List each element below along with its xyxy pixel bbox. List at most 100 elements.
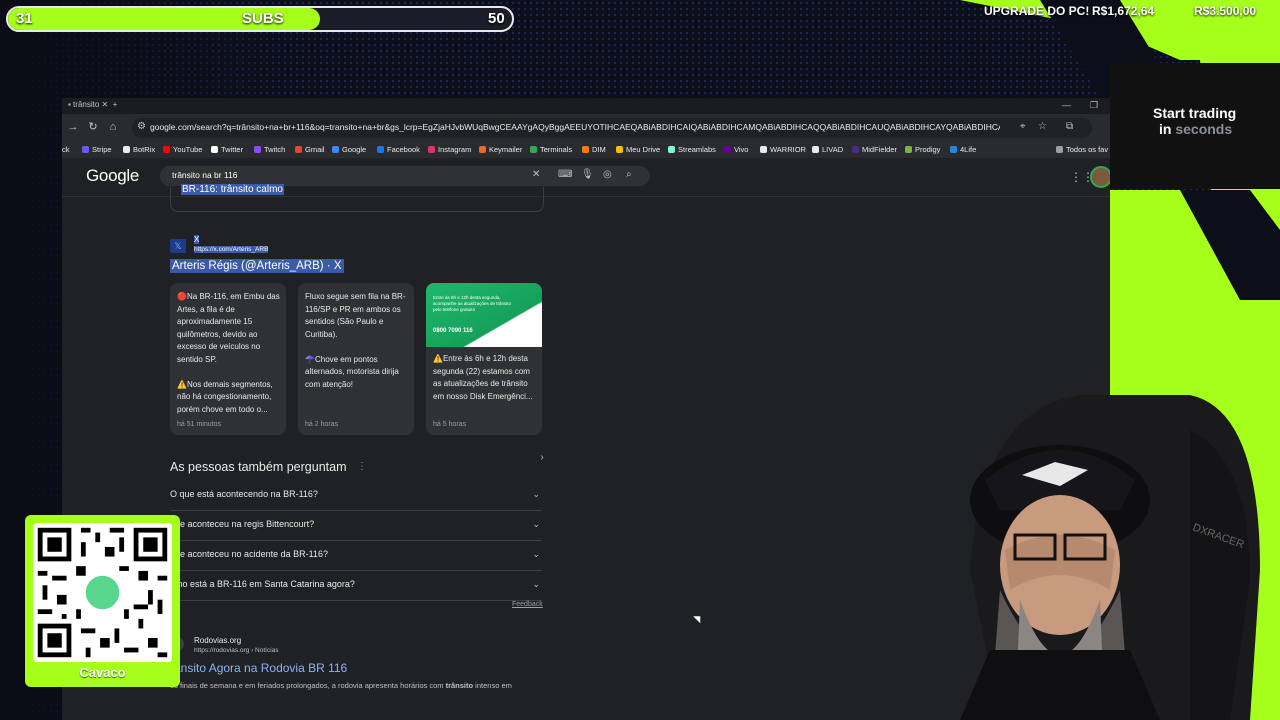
bookmark-item[interactable]: Streamlabs [668,145,716,154]
search-icon[interactable]: ⌕ [626,169,632,180]
bookmark-item[interactable]: Instagram [428,145,471,154]
bookmark-item[interactable]: LIVAD [812,145,843,154]
result-site-name: Rodovias.org [194,636,242,645]
paa-question-text: que aconteceu na regis Bittencourt? [170,519,315,529]
bookmark-item[interactable]: BotRix [123,145,155,154]
feedback-link[interactable]: Feedback [512,601,543,608]
goal-title: UPGRADE DO PC! [984,4,1090,18]
maximize-icon[interactable]: ❐ [1090,100,1098,111]
active-tab[interactable]: ▪ trânsito ✕ + [68,100,117,109]
webcam-feed: DXRACER [960,395,1260,720]
chevron-down-icon: ⌄ [532,549,540,559]
bookmark-item[interactable]: YouTube [163,145,202,154]
paa-question-text: omo está a BR-116 em Santa Catarina agor… [170,579,355,589]
lens-icon[interactable]: ◎ [603,169,612,180]
qr-label: Cavaco [79,665,126,680]
paa-question[interactable]: omo está a BR-116 em Santa Catarina agor… [170,571,542,601]
subs-current: 31 [16,10,33,27]
bookmark-folder[interactable]: Todos os fav [1056,145,1108,154]
bookmark-item[interactable]: Terminals [530,145,572,154]
paa-question[interactable]: que aconteceu na regis Bittencourt? ⌄ [170,511,542,541]
ad-line-2: in seconds [1159,121,1233,137]
post-age: há 51 minutos [177,421,221,428]
bookmark-item[interactable]: Meu Drive [616,145,660,154]
post-image: Entre às 6h e 12h desta segunda, acompan… [426,283,542,347]
keyboard-icon[interactable]: ⌨ [558,169,572,180]
paa-question-text: que aconteceu no acidente da BR-116? [170,549,328,559]
goal-target: R$3.500,00 [1194,4,1257,18]
x-post-card[interactable]: 🔴Na BR-116, em Embu das Artes, a fila é … [170,283,286,435]
paa-question[interactable]: que aconteceu no acidente da BR-116? ⌄ [170,541,542,571]
bookmark-item[interactable]: Keymailer [479,145,522,154]
search-results: BR-116: trânsito calmo 𝕏 X https://x.com… [62,184,1110,720]
paa-question[interactable]: O que está acontecendo na BR-116? ⌄ [170,481,542,511]
qr-code-icon [33,523,172,662]
subs-label: SUBS [242,10,284,27]
reload-icon[interactable]: ↻ [86,120,100,134]
goal-current: R$1,672,64 [1092,4,1155,18]
trading-ad[interactable]: Start trading in seconds [1110,63,1280,189]
x-post-card[interactable]: Entre às 6h e 12h desta segunda, acompan… [426,283,542,435]
result-url[interactable]: https://x.com/Arteris_ARB [194,246,269,253]
post-text: Fluxo segue sem fila na BR-116/SP e PR e… [305,292,406,389]
bookmark-item[interactable]: MidFielder [852,145,897,154]
address-bar[interactable]: ⚙ google.com/search?q=trânsito+na+br+116… [132,118,1092,138]
post-age: há 2 horas [305,421,339,428]
bookmark-item[interactable]: Twitch [254,145,285,154]
clear-icon[interactable]: ✕ [532,169,540,180]
chevron-down-icon: ⌄ [532,489,540,499]
avatar[interactable] [1090,166,1110,188]
subs-goal: 50 [488,10,505,27]
microphone-icon[interactable]: 🎙 [581,169,594,180]
previous-result-text[interactable]: BR-116: trânsito calmo [181,184,284,195]
bookmark-star-icon[interactable]: ☆ [1038,121,1047,132]
tab-strip: ▪ trânsito ✕ + — ❐ [62,98,1110,114]
mouse-cursor [693,612,704,624]
paa-question-text: O que está acontecendo na BR-116? [170,489,318,499]
bookmark-item[interactable]: Stripe [82,145,112,154]
bookmark-item[interactable]: Gmail [295,145,325,154]
result-title[interactable]: rânsito Agora na Rodovia BR 116 [170,661,347,675]
post-image-phone: 0800 7090 116 [433,328,473,334]
bookmark-item[interactable]: Google [332,145,366,154]
minimize-icon[interactable]: — [1062,100,1071,110]
result-snippet: os finais de semana e em feriados prolon… [170,681,512,690]
bookmark-item[interactable]: Twitter [211,145,243,154]
bookmark-item[interactable]: Prodigy [905,145,940,154]
bookmarks-bar: ck Stripe BotRix YouTube Twitter Twitch … [62,142,1110,158]
result-url[interactable]: https://rodovias.org › Notícias [194,647,279,654]
browser-window: ▪ trânsito ✕ + — ❐ → ↻ ⌂ ⚙ google.com/se… [62,98,1110,720]
chevron-right-icon[interactable]: › [535,451,549,465]
bookmark-item[interactable]: Vivo [724,145,748,154]
bookmark-item[interactable]: Facebook [377,145,420,154]
upgrade-goal: UPGRADE DO PC! R$1,672,64 R$3.500,00 [978,0,1280,22]
bookmark-item[interactable]: DIM [582,145,606,154]
post-age: há 5 horas [433,421,467,428]
site-info-icon[interactable]: ⚙ [137,121,146,132]
paa-heading: As pessoas também perguntam [170,460,347,474]
chevron-down-icon: ⌄ [532,579,540,589]
post-image-caption: Entre às 6h e 12h desta segunda, acompan… [433,295,512,312]
ad-line-1: Start trading [1153,105,1237,121]
google-logo[interactable]: Google [86,166,139,186]
result-site-name: X [194,235,200,244]
chevron-down-icon: ⌄ [532,519,540,529]
bookmark-partial[interactable]: ck [62,145,70,154]
search-input[interactable]: trânsito na br 116 ✕ ⌨ 🎙 ◎ ⌕ [160,166,650,186]
browser-toolbar: → ↻ ⌂ ⚙ google.com/search?q=trânsito+na+… [62,114,1110,142]
bookmark-item[interactable]: 4Life [950,145,976,154]
search-query: trânsito na br 116 [172,170,238,180]
x-logo-icon: 𝕏 [170,239,186,253]
result-title[interactable]: Arteris Régis (@Arteris_ARB) · X [170,259,344,273]
subs-goal-bar: 31 SUBS 50 [6,6,514,32]
post-text: 🔴Na BR-116, em Embu das Artes, a fila é … [177,292,280,414]
previous-result-card: BR-116: trânsito calmo [170,184,544,212]
x-post-card[interactable]: Fluxo segue sem fila na BR-116/SP e PR e… [298,283,414,435]
forward-icon[interactable]: → [66,120,80,134]
location-icon[interactable]: ⌖ [1020,121,1026,132]
address-url: google.com/search?q=trânsito+na+br+116&o… [150,122,1000,132]
more-options-icon[interactable]: ⋮ [357,461,367,472]
home-icon[interactable]: ⌂ [106,120,120,134]
extensions-icon[interactable]: ⧉ [1066,121,1073,132]
bookmark-item[interactable]: WARRIOR [760,145,806,154]
